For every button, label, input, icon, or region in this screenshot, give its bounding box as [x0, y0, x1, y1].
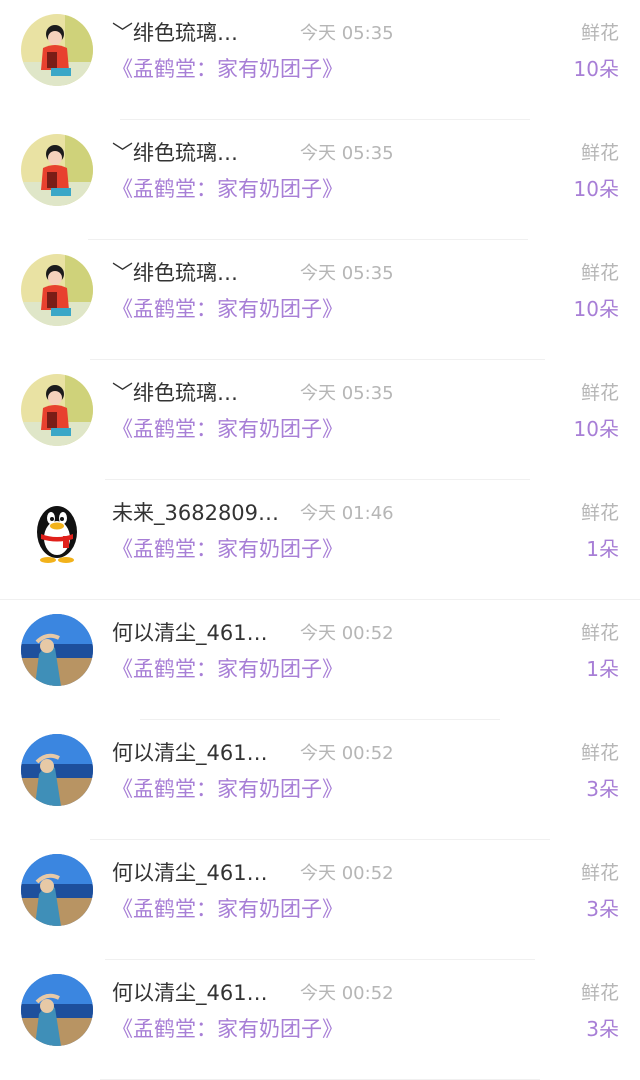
user-name[interactable]: ﹀绯色琉璃…	[112, 138, 287, 168]
gift-type: 鲜花	[580, 982, 619, 1004]
seaside-avatar[interactable]	[21, 614, 93, 686]
gift-type: 鲜花	[580, 502, 619, 524]
gift-type: 鲜花	[580, 862, 619, 884]
timestamp: 今天 01:46	[300, 503, 394, 524]
timestamp: 今天 00:52	[300, 863, 394, 884]
seaside-avatar[interactable]	[21, 854, 93, 926]
gift-type: 鲜花	[580, 142, 619, 164]
list-item[interactable]: 何以清尘_461… 今天 00:52 鲜花 《孟鹤堂：家有奶团子》 1朵	[0, 600, 640, 720]
timestamp: 今天 05:35	[300, 263, 394, 284]
timestamp: 今天 00:52	[300, 743, 394, 764]
list-item[interactable]: ﹀绯色琉璃… 今天 05:35 鲜花 《孟鹤堂：家有奶团子》 10朵	[0, 240, 640, 360]
gift-count: 10朵	[573, 57, 619, 81]
timestamp: 今天 00:52	[300, 983, 394, 1004]
gift-count: 1朵	[586, 657, 619, 681]
girl-avatar[interactable]	[21, 254, 93, 326]
girl-avatar[interactable]	[21, 14, 93, 86]
list-item[interactable]: ﹀绯色琉璃… 今天 05:35 鲜花 《孟鹤堂：家有奶团子》 10朵	[0, 0, 640, 120]
user-name[interactable]: 未来_3682809…	[112, 498, 287, 528]
gift-type: 鲜花	[580, 742, 619, 764]
girl-avatar[interactable]	[21, 134, 93, 206]
user-name[interactable]: ﹀绯色琉璃…	[112, 378, 287, 408]
gift-count: 10朵	[573, 417, 619, 441]
book-title[interactable]: 《孟鹤堂：家有奶团子》	[112, 1014, 343, 1044]
user-name[interactable]: 何以清尘_461…	[112, 978, 287, 1008]
gift-count: 3朵	[586, 777, 619, 801]
gift-type: 鲜花	[580, 622, 619, 644]
gift-count: 10朵	[573, 297, 619, 321]
seaside-avatar[interactable]	[21, 734, 93, 806]
book-title[interactable]: 《孟鹤堂：家有奶团子》	[112, 774, 343, 804]
gift-count: 10朵	[573, 177, 619, 201]
book-title[interactable]: 《孟鹤堂：家有奶团子》	[112, 294, 343, 324]
book-title[interactable]: 《孟鹤堂：家有奶团子》	[112, 174, 343, 204]
list-item[interactable]: ﹀绯色琉璃… 今天 05:35 鲜花 《孟鹤堂：家有奶团子》 10朵	[0, 360, 640, 480]
user-name[interactable]: ﹀绯色琉璃…	[112, 18, 287, 48]
list-item[interactable]: 何以清尘_461… 今天 00:52 鲜花 《孟鹤堂：家有奶团子》 3朵	[0, 720, 640, 840]
list-item[interactable]: 何以清尘_461… 今天 00:52 鲜花 《孟鹤堂：家有奶团子》 3朵	[0, 960, 640, 1080]
gift-count: 1朵	[586, 537, 619, 561]
timestamp: 今天 05:35	[300, 143, 394, 164]
list-item[interactable]: 何以清尘_461… 今天 00:52 鲜花 《孟鹤堂：家有奶团子》 3朵	[0, 840, 640, 960]
gift-record-list: ﹀绯色琉璃… 今天 05:35 鲜花 《孟鹤堂：家有奶团子》 10朵 ﹀绯色琉璃…	[0, 0, 640, 1080]
book-title[interactable]: 《孟鹤堂：家有奶团子》	[112, 54, 343, 84]
user-name[interactable]: 何以清尘_461…	[112, 858, 287, 888]
user-name[interactable]: ﹀绯色琉璃…	[112, 258, 287, 288]
book-title[interactable]: 《孟鹤堂：家有奶团子》	[112, 534, 343, 564]
book-title[interactable]: 《孟鹤堂：家有奶团子》	[112, 414, 343, 444]
girl-avatar[interactable]	[21, 374, 93, 446]
list-item[interactable]: 未来_3682809… 今天 01:46 鲜花 《孟鹤堂：家有奶团子》 1朵	[0, 480, 640, 600]
timestamp: 今天 05:35	[300, 383, 394, 404]
gift-type: 鲜花	[580, 22, 619, 44]
user-name[interactable]: 何以清尘_461…	[112, 738, 287, 768]
gift-count: 3朵	[586, 897, 619, 921]
list-item[interactable]: ﹀绯色琉璃… 今天 05:35 鲜花 《孟鹤堂：家有奶团子》 10朵	[0, 120, 640, 240]
book-title[interactable]: 《孟鹤堂：家有奶团子》	[112, 894, 343, 924]
gift-count: 3朵	[586, 1017, 619, 1041]
timestamp: 今天 05:35	[300, 23, 394, 44]
user-name[interactable]: 何以清尘_461…	[112, 618, 287, 648]
gift-type: 鲜花	[580, 382, 619, 404]
book-title[interactable]: 《孟鹤堂：家有奶团子》	[112, 654, 343, 684]
timestamp: 今天 00:52	[300, 623, 394, 644]
qq-penguin-avatar[interactable]	[21, 494, 93, 566]
seaside-avatar[interactable]	[21, 974, 93, 1046]
gift-type: 鲜花	[580, 262, 619, 284]
